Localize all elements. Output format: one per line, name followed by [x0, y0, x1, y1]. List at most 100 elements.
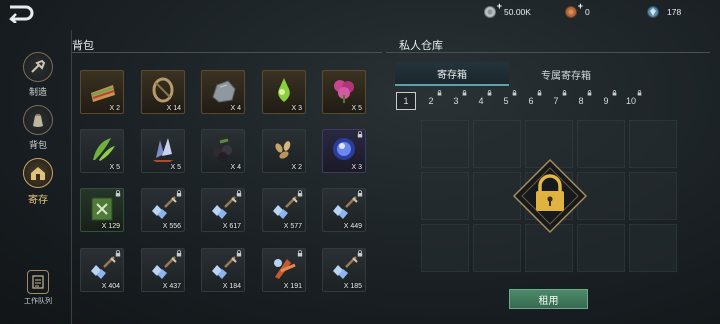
lock-icon — [236, 190, 242, 197]
sidebar-item-label: 制造 — [28, 87, 47, 97]
sidebar-item-storage[interactable]: 寄存 — [21, 158, 55, 206]
lock-icon — [115, 190, 121, 197]
page-button-4[interactable]: 4 — [471, 90, 492, 110]
page-button-1[interactable]: 1 — [396, 92, 416, 110]
gem-icon — [646, 5, 660, 19]
item-quantity: X 617 — [222, 223, 241, 230]
top-bar: + 50.00K + 0 178 — [0, 0, 720, 26]
inventory-slot[interactable]: X 129 — [80, 188, 124, 232]
inventory-slot[interactable]: X 3 — [322, 129, 366, 173]
inventory-slot[interactable]: X 617 — [201, 188, 245, 232]
page-button-3[interactable]: 3 — [446, 90, 467, 110]
crystal-shard-item-icon — [153, 138, 173, 162]
inventory-slot[interactable]: X 2 — [80, 70, 124, 114]
item-quantity: X 556 — [162, 223, 181, 230]
item-quantity: X 5 — [109, 164, 120, 171]
blue-ore-blade-item-icon — [91, 256, 116, 279]
blue-ore-dagger-item-icon — [152, 196, 177, 219]
rent-button[interactable]: 租用 — [509, 289, 588, 309]
page-number: 5 — [503, 96, 509, 106]
backpack-title: 背包 — [72, 40, 94, 52]
blue-orb-item-icon — [333, 138, 355, 160]
purple-flower-item-icon — [334, 80, 354, 103]
item-quantity: X 184 — [222, 283, 241, 290]
page-number: 6 — [528, 96, 534, 106]
inventory-slot[interactable]: X 4 — [201, 70, 245, 114]
green-book-item-icon — [91, 197, 113, 221]
warehouse-title: 私人仓库 — [399, 40, 443, 52]
sidebar: 制造 背包 寄存 工作队列 — [0, 30, 72, 324]
inventory-slot[interactable]: X 185 — [322, 248, 366, 292]
page-button-6[interactable]: 6 — [521, 90, 542, 110]
page-button-9[interactable]: 9 — [596, 90, 617, 110]
inventory-slot[interactable]: X 3 — [262, 70, 306, 114]
inventory-slot[interactable]: X 191 — [262, 248, 306, 292]
page-number: 4 — [478, 96, 484, 106]
inventory-slot[interactable]: X 184 — [201, 248, 245, 292]
item-quantity: X 4 — [230, 164, 241, 171]
silver-coin-icon: + — [483, 1, 502, 19]
inventory-slot[interactable]: X 437 — [141, 248, 185, 292]
sidebar-item-label: 寄存 — [28, 195, 48, 206]
inventory-slot[interactable]: X 5 — [322, 70, 366, 114]
item-quantity: X 5 — [351, 105, 362, 112]
lock-icon — [176, 190, 182, 197]
lock-icon — [297, 250, 303, 257]
lock-icon — [537, 90, 542, 96]
inventory-slot[interactable]: X 404 — [80, 248, 124, 292]
inventory-slot[interactable]: X 4 — [201, 129, 245, 173]
page-button-7[interactable]: 7 — [546, 90, 567, 110]
item-quantity: X 5 — [170, 164, 181, 171]
page-number: 8 — [578, 96, 584, 106]
currency-silver[interactable]: + 50.00K — [483, 1, 531, 19]
warehouse-slot — [421, 224, 469, 272]
currency-copper[interactable]: + 0 — [564, 1, 590, 19]
lock-icon — [487, 90, 492, 96]
page-number: 2 — [428, 96, 434, 106]
currency-gem[interactable]: 178 — [646, 5, 681, 19]
sidebar-item-bag[interactable]: 背包 — [21, 105, 55, 151]
sidebar-item-crafting[interactable]: 制造 — [21, 52, 55, 98]
inventory-slot[interactable]: X 449 — [322, 188, 366, 232]
work-queue-button[interactable]: 工作队列 — [16, 270, 60, 306]
page-number: 3 — [453, 96, 459, 106]
item-quantity: X 2 — [291, 164, 302, 171]
seeds-item-icon — [275, 141, 291, 159]
inventory-slot[interactable]: X 14 — [141, 70, 185, 114]
lock-icon — [357, 250, 363, 257]
item-quantity: X 129 — [101, 223, 120, 230]
page-button-2[interactable]: 2 — [421, 90, 442, 110]
item-quantity: X 577 — [283, 223, 302, 230]
blue-ore-axe-item-icon — [273, 196, 298, 219]
inventory-slot[interactable]: X 5 — [80, 129, 124, 173]
storage-house-icon — [23, 158, 53, 188]
page-button-5[interactable]: 5 — [496, 90, 517, 110]
lock-icon — [176, 250, 182, 257]
item-quantity: X 3 — [291, 105, 302, 112]
inventory-slot[interactable]: X 5 — [141, 129, 185, 173]
warehouse-slot — [629, 172, 677, 220]
inventory-slot[interactable]: X 556 — [141, 188, 185, 232]
backpack-divider — [72, 52, 382, 53]
item-quantity: X 3 — [351, 164, 362, 171]
red-ore-item-icon — [274, 259, 296, 279]
work-queue-icon — [27, 270, 49, 294]
sidebar-item-label: 背包 — [28, 140, 47, 150]
tab-exclusive-storage-box[interactable]: 专属寄存箱 — [510, 62, 622, 86]
page-number: 1 — [403, 96, 409, 106]
sandwich-item-icon — [91, 85, 115, 102]
silver-amount: 50.00K — [504, 7, 531, 17]
page-number: 9 — [603, 96, 609, 106]
item-quantity: X 185 — [343, 283, 362, 290]
tab-storage-box[interactable]: 寄存箱 — [395, 62, 509, 86]
inventory-slot[interactable]: X 577 — [262, 188, 306, 232]
gem-amount: 178 — [667, 7, 682, 17]
inventory-slot[interactable]: X 2 — [262, 129, 306, 173]
berries-item-icon — [213, 138, 232, 162]
page-number: 10 — [625, 96, 636, 106]
page-button-10[interactable]: 10 — [621, 90, 642, 110]
item-quantity: X 14 — [166, 105, 181, 112]
blue-ore-staff-item-icon — [212, 256, 237, 279]
page-button-8[interactable]: 8 — [571, 90, 592, 110]
back-button[interactable] — [6, 3, 36, 24]
